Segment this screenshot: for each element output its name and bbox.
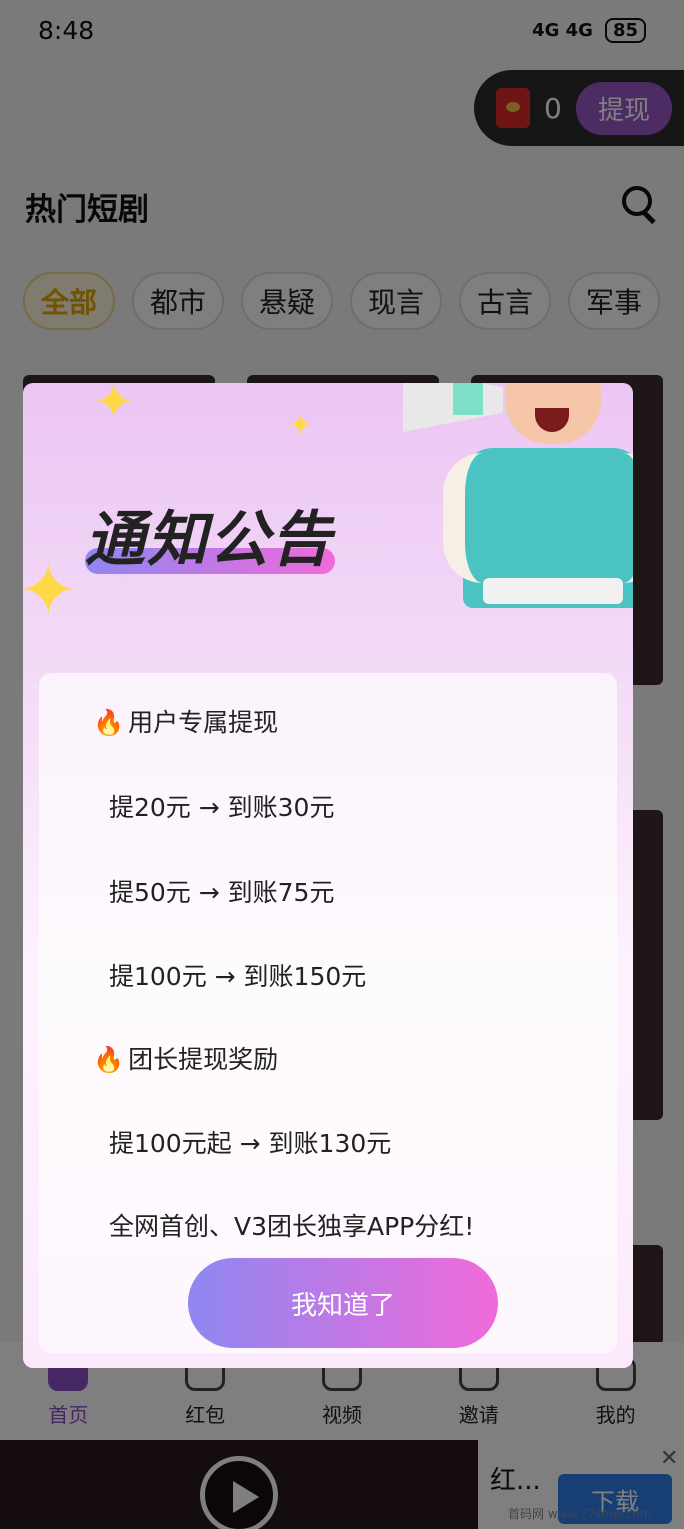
announcement-content bbox=[39, 673, 617, 1353]
acknowledge-button[interactable]: 我知道了 bbox=[188, 1258, 498, 1348]
announcement-line: 提100元 → 到账150元 bbox=[109, 962, 367, 991]
announcement-line: 提50元 → 到账75元 bbox=[109, 878, 335, 907]
announcement-dialog: ✦ ✦ ✦ 通知公告 🔥 用户专属提现 提20元 → 到账30元 提50元 → 到… bbox=[23, 383, 633, 1368]
announcement-line: 全网首创、V3团长独享APP分红! bbox=[109, 1212, 475, 1241]
announcement-heading: 🔥 用户专属提现 bbox=[93, 703, 278, 739]
sparkle-icon: ✦ bbox=[288, 408, 314, 443]
sparkle-icon: ✦ bbox=[93, 383, 135, 431]
announcement-line: 提100元起 → 到账130元 bbox=[109, 1129, 392, 1158]
watermark: 首码网 www.77smw.com bbox=[508, 1507, 652, 1521]
fire-icon: 🔥 bbox=[93, 1045, 125, 1074]
line-text: 用户专属提现 bbox=[128, 708, 279, 737]
announcement-line: 提20元 → 到账30元 bbox=[109, 793, 335, 822]
mascot-pants bbox=[483, 578, 623, 604]
fire-icon: 🔥 bbox=[93, 708, 125, 737]
sparkle-icon: ✦ bbox=[23, 548, 79, 632]
line-text: 团长提现奖励 bbox=[128, 1045, 279, 1074]
mascot-jacket bbox=[443, 453, 633, 583]
megaphone-handle bbox=[453, 383, 483, 415]
megaphone-mascot-illustration bbox=[383, 383, 633, 678]
dialog-title: 通知公告 bbox=[85, 505, 333, 575]
announcement-heading: 🔥 团长提现奖励 bbox=[93, 1040, 278, 1076]
